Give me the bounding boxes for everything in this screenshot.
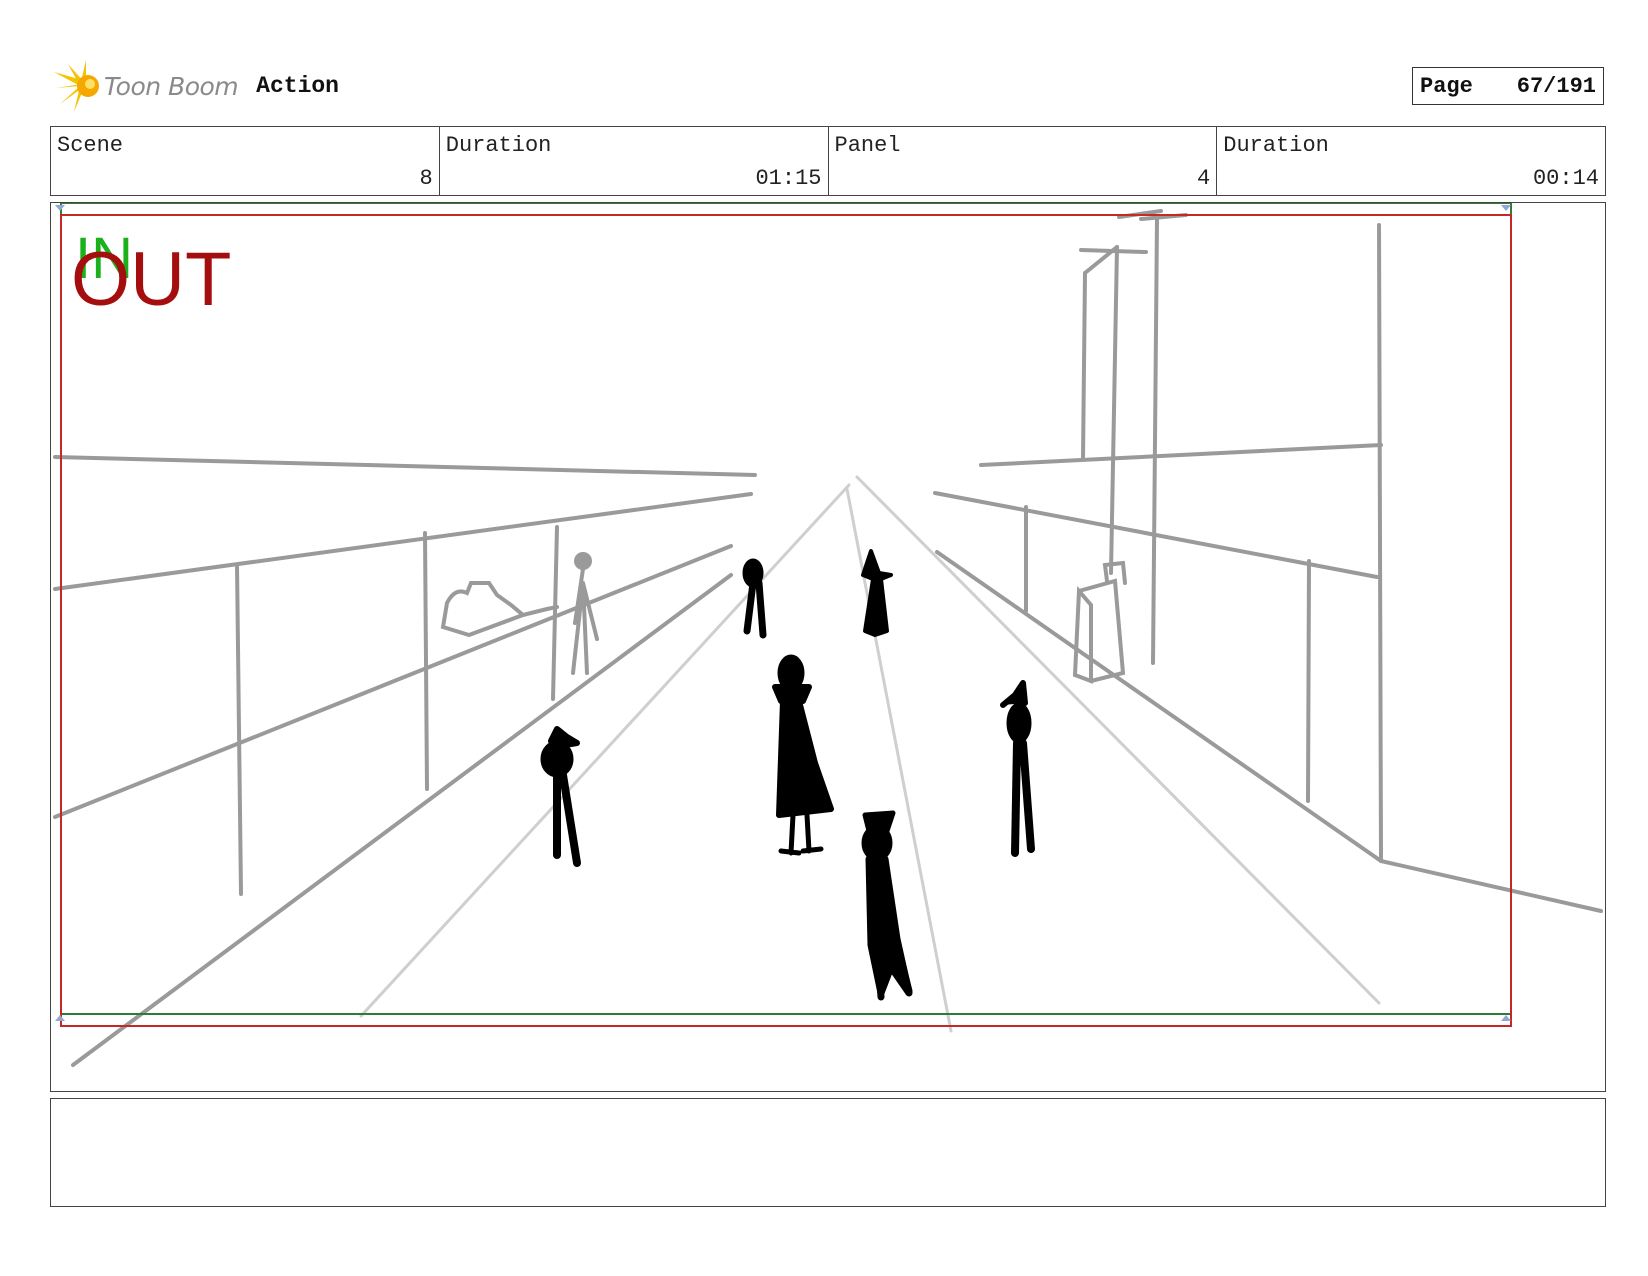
panel-duration-label: Duration	[1223, 133, 1329, 158]
frame-corner-markers	[55, 205, 1511, 1021]
panel-duration-cell: Duration 00:14	[1217, 127, 1605, 195]
scene-cell: Scene 8	[51, 127, 440, 195]
scene-label: Scene	[57, 133, 124, 158]
notes-box	[50, 1098, 1606, 1207]
out-frame	[60, 214, 1512, 1027]
scene-duration-cell: Duration 01:15	[440, 127, 829, 195]
background-sketch	[53, 209, 1603, 1067]
panel-cell: Panel 4	[829, 127, 1218, 195]
scene-value: 8	[419, 166, 433, 191]
scene-duration-value: 01:15	[755, 166, 822, 191]
character-silhouettes	[540, 549, 1035, 1001]
brand-name: Toon Boom	[104, 71, 239, 101]
panel-value: 4	[1197, 166, 1211, 191]
scene-duration-label: Duration	[445, 133, 552, 158]
storyboard-panel: IN OUT	[50, 202, 1606, 1092]
in-frame	[60, 203, 1512, 1015]
toon-boom-logo: Toon Boom Action	[52, 58, 339, 114]
panel-duration-value: 00:14	[1532, 166, 1599, 191]
scene-info-bar: Scene 8 Duration 01:15 Panel 4 Duration …	[50, 126, 1606, 196]
page-counter: Page 67/191	[1412, 67, 1604, 105]
page-value: 67/191	[1516, 73, 1596, 99]
panel-label: Panel	[834, 133, 901, 158]
page-label: Page	[1420, 73, 1473, 99]
starburst-logo-icon	[54, 60, 99, 112]
panel-drawing: IN OUT	[53, 203, 1603, 1067]
out-label: OUT	[71, 237, 231, 322]
app-name: Action	[256, 73, 339, 99]
